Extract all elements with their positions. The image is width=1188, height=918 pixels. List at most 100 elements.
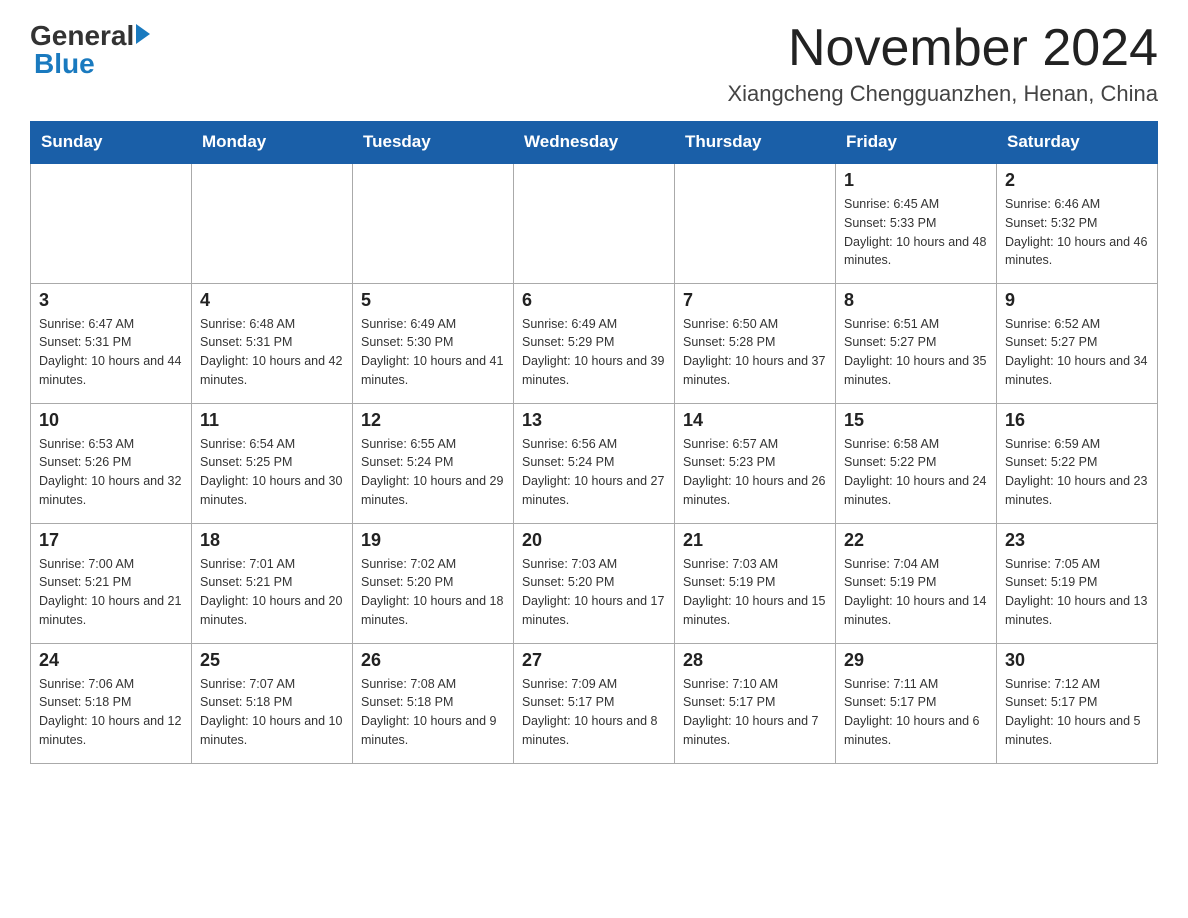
day-info: Sunrise: 7:10 AMSunset: 5:17 PMDaylight:… xyxy=(683,675,827,750)
calendar-cell xyxy=(192,163,353,283)
calendar-cell: 24 Sunrise: 7:06 AMSunset: 5:18 PMDayligh… xyxy=(31,643,192,763)
calendar-cell: 3Sunrise: 6:47 AMSunset: 5:31 PMDaylight… xyxy=(31,283,192,403)
day-info: Sunrise: 6:45 AMSunset: 5:33 PMDaylight:… xyxy=(844,195,988,270)
calendar-cell: 2 Sunrise: 6:46 AMSunset: 5:32 PMDaylight… xyxy=(997,163,1158,283)
calendar-cell: 20Sunrise: 7:03 AMSunset: 5:20 PMDayligh… xyxy=(514,523,675,643)
calendar-cell: 15 Sunrise: 6:58 AMSunset: 5:22 PMDayligh… xyxy=(836,403,997,523)
calendar-cell: 21 Sunrise: 7:03 AMSunset: 5:19 PMDayligh… xyxy=(675,523,836,643)
calendar-cell xyxy=(31,163,192,283)
header: General Blue November 2024 Xiangcheng Ch… xyxy=(30,20,1158,107)
calendar-week-row: 24 Sunrise: 7:06 AMSunset: 5:18 PMDayligh… xyxy=(31,643,1158,763)
calendar-cell: 22 Sunrise: 7:04 AMSunset: 5:19 PMDayligh… xyxy=(836,523,997,643)
month-title: November 2024 xyxy=(727,20,1158,77)
calendar-header: SundayMondayTuesdayWednesdayThursdayFrid… xyxy=(31,122,1158,164)
calendar-cell: 1 Sunrise: 6:45 AMSunset: 5:33 PMDaylight… xyxy=(836,163,997,283)
calendar-week-row: 17Sunrise: 7:00 AMSunset: 5:21 PMDayligh… xyxy=(31,523,1158,643)
day-of-week-header: Sunday xyxy=(31,122,192,164)
day-info: Sunrise: 6:52 AMSunset: 5:27 PMDaylight:… xyxy=(1005,315,1149,390)
day-number: 15 xyxy=(844,410,988,431)
day-info: Sunrise: 6:54 AMSunset: 5:25 PMDaylight:… xyxy=(200,435,344,510)
day-info: Sunrise: 6:58 AMSunset: 5:22 PMDaylight:… xyxy=(844,435,988,510)
day-of-week-header: Thursday xyxy=(675,122,836,164)
day-number: 11 xyxy=(200,410,344,431)
calendar-cell xyxy=(514,163,675,283)
day-number: 5 xyxy=(361,290,505,311)
day-number: 17 xyxy=(39,530,183,551)
day-info: Sunrise: 6:53 AMSunset: 5:26 PMDaylight:… xyxy=(39,435,183,510)
calendar-cell: 19Sunrise: 7:02 AMSunset: 5:20 PMDayligh… xyxy=(353,523,514,643)
day-info: Sunrise: 7:05 AMSunset: 5:19 PMDaylight:… xyxy=(1005,555,1149,630)
day-number: 9 xyxy=(1005,290,1149,311)
calendar-cell: 8Sunrise: 6:51 AMSunset: 5:27 PMDaylight… xyxy=(836,283,997,403)
day-number: 12 xyxy=(361,410,505,431)
calendar-cell: 4Sunrise: 6:48 AMSunset: 5:31 PMDaylight… xyxy=(192,283,353,403)
calendar-cell: 5Sunrise: 6:49 AMSunset: 5:30 PMDaylight… xyxy=(353,283,514,403)
day-number: 25 xyxy=(200,650,344,671)
day-number: 29 xyxy=(844,650,988,671)
calendar-cell: 14Sunrise: 6:57 AMSunset: 5:23 PMDayligh… xyxy=(675,403,836,523)
day-number: 28 xyxy=(683,650,827,671)
calendar-week-row: 1 Sunrise: 6:45 AMSunset: 5:33 PMDaylight… xyxy=(31,163,1158,283)
day-number: 10 xyxy=(39,410,183,431)
day-of-week-header: Saturday xyxy=(997,122,1158,164)
day-number: 7 xyxy=(683,290,827,311)
calendar-week-row: 10 Sunrise: 6:53 AMSunset: 5:26 PMDayligh… xyxy=(31,403,1158,523)
logo-arrow-icon xyxy=(136,24,150,44)
day-number: 21 xyxy=(683,530,827,551)
calendar-cell: 10 Sunrise: 6:53 AMSunset: 5:26 PMDayligh… xyxy=(31,403,192,523)
day-info: Sunrise: 7:12 AMSunset: 5:17 PMDaylight:… xyxy=(1005,675,1149,750)
days-of-week-row: SundayMondayTuesdayWednesdayThursdayFrid… xyxy=(31,122,1158,164)
day-info: Sunrise: 6:48 AMSunset: 5:31 PMDaylight:… xyxy=(200,315,344,390)
day-of-week-header: Monday xyxy=(192,122,353,164)
calendar-week-row: 3Sunrise: 6:47 AMSunset: 5:31 PMDaylight… xyxy=(31,283,1158,403)
day-number: 1 xyxy=(844,170,988,191)
calendar-table: SundayMondayTuesdayWednesdayThursdayFrid… xyxy=(30,121,1158,764)
day-info: Sunrise: 7:03 AMSunset: 5:20 PMDaylight:… xyxy=(522,555,666,630)
day-of-week-header: Wednesday xyxy=(514,122,675,164)
calendar-cell: 6Sunrise: 6:49 AMSunset: 5:29 PMDaylight… xyxy=(514,283,675,403)
day-number: 22 xyxy=(844,530,988,551)
day-info: Sunrise: 6:50 AMSunset: 5:28 PMDaylight:… xyxy=(683,315,827,390)
day-of-week-header: Friday xyxy=(836,122,997,164)
calendar-cell xyxy=(353,163,514,283)
day-info: Sunrise: 6:57 AMSunset: 5:23 PMDaylight:… xyxy=(683,435,827,510)
calendar-cell: 12 Sunrise: 6:55 AMSunset: 5:24 PMDayligh… xyxy=(353,403,514,523)
calendar-cell: 27Sunrise: 7:09 AMSunset: 5:17 PMDayligh… xyxy=(514,643,675,763)
day-info: Sunrise: 6:46 AMSunset: 5:32 PMDaylight:… xyxy=(1005,195,1149,270)
calendar-cell: 18Sunrise: 7:01 AMSunset: 5:21 PMDayligh… xyxy=(192,523,353,643)
calendar-body: 1 Sunrise: 6:45 AMSunset: 5:33 PMDaylight… xyxy=(31,163,1158,763)
calendar-cell xyxy=(675,163,836,283)
day-info: Sunrise: 6:56 AMSunset: 5:24 PMDaylight:… xyxy=(522,435,666,510)
logo: General Blue xyxy=(30,20,150,80)
day-number: 6 xyxy=(522,290,666,311)
day-number: 16 xyxy=(1005,410,1149,431)
calendar-cell: 23 Sunrise: 7:05 AMSunset: 5:19 PMDayligh… xyxy=(997,523,1158,643)
calendar-cell: 13Sunrise: 6:56 AMSunset: 5:24 PMDayligh… xyxy=(514,403,675,523)
title-area: November 2024 Xiangcheng Chengguanzhen, … xyxy=(727,20,1158,107)
day-number: 23 xyxy=(1005,530,1149,551)
day-number: 19 xyxy=(361,530,505,551)
day-info: Sunrise: 7:04 AMSunset: 5:19 PMDaylight:… xyxy=(844,555,988,630)
day-of-week-header: Tuesday xyxy=(353,122,514,164)
day-number: 27 xyxy=(522,650,666,671)
day-info: Sunrise: 7:03 AMSunset: 5:19 PMDaylight:… xyxy=(683,555,827,630)
calendar-cell: 26 Sunrise: 7:08 AMSunset: 5:18 PMDayligh… xyxy=(353,643,514,763)
calendar-cell: 28 Sunrise: 7:10 AMSunset: 5:17 PMDayligh… xyxy=(675,643,836,763)
calendar-cell: 9 Sunrise: 6:52 AMSunset: 5:27 PMDaylight… xyxy=(997,283,1158,403)
day-info: Sunrise: 7:08 AMSunset: 5:18 PMDaylight:… xyxy=(361,675,505,750)
calendar-cell: 30Sunrise: 7:12 AMSunset: 5:17 PMDayligh… xyxy=(997,643,1158,763)
day-number: 18 xyxy=(200,530,344,551)
day-number: 2 xyxy=(1005,170,1149,191)
day-info: Sunrise: 6:47 AMSunset: 5:31 PMDaylight:… xyxy=(39,315,183,390)
day-info: Sunrise: 6:51 AMSunset: 5:27 PMDaylight:… xyxy=(844,315,988,390)
day-info: Sunrise: 7:06 AMSunset: 5:18 PMDaylight:… xyxy=(39,675,183,750)
day-info: Sunrise: 7:11 AMSunset: 5:17 PMDaylight:… xyxy=(844,675,988,750)
day-number: 26 xyxy=(361,650,505,671)
logo-blue-text: Blue xyxy=(34,48,150,80)
calendar-cell: 11 Sunrise: 6:54 AMSunset: 5:25 PMDayligh… xyxy=(192,403,353,523)
calendar-cell: 17Sunrise: 7:00 AMSunset: 5:21 PMDayligh… xyxy=(31,523,192,643)
day-number: 24 xyxy=(39,650,183,671)
calendar-cell: 7 Sunrise: 6:50 AMSunset: 5:28 PMDaylight… xyxy=(675,283,836,403)
day-info: Sunrise: 6:55 AMSunset: 5:24 PMDaylight:… xyxy=(361,435,505,510)
calendar-cell: 16Sunrise: 6:59 AMSunset: 5:22 PMDayligh… xyxy=(997,403,1158,523)
